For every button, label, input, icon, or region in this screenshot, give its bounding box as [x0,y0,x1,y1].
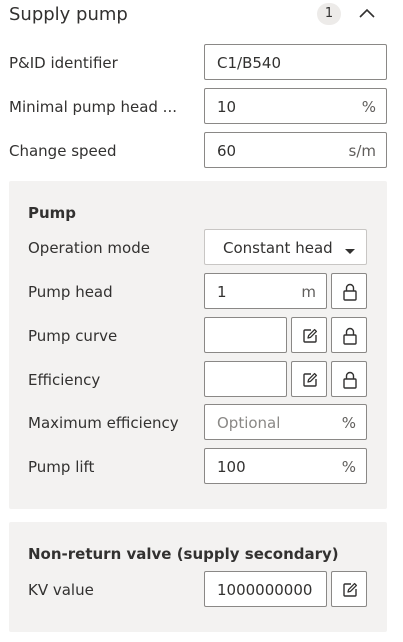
section-header[interactable]: Supply pump 1 [0,0,403,30]
pump-group-title: Pump [28,204,77,222]
change-speed-label: Change speed [9,142,117,160]
min-pump-head-value: 10 [217,98,237,116]
kv-value: 1000000000 [217,581,313,599]
edit-icon [303,372,318,387]
max-efficiency-label: Maximum efficiency [28,414,179,432]
count-badge: 1 [317,3,341,25]
efficiency-edit-button[interactable] [291,361,327,397]
pump-curve-label: Pump curve [28,327,118,345]
pump-head-lock-button[interactable] [331,273,367,309]
lock-icon [343,283,357,301]
kv-value-edit-button[interactable] [331,571,367,607]
pump-head-unit: m [301,283,316,301]
max-efficiency-unit: % [341,414,356,432]
edit-icon [343,582,358,597]
pump-head-input[interactable]: 1 m [204,273,327,309]
pump-head-label: Pump head [28,283,113,301]
efficiency-input[interactable] [204,361,287,397]
kv-value-label: KV value [28,581,94,599]
efficiency-label: Efficiency [28,371,101,389]
min-pump-head-label: Minimal pump head ... [9,98,177,116]
pump-curve-edit-button[interactable] [291,317,327,353]
change-speed-input[interactable]: 60 s/m [204,132,387,168]
efficiency-lock-button[interactable] [331,361,367,397]
operation-mode-select[interactable]: Constant head [204,229,367,265]
lock-icon [343,371,357,389]
pid-input[interactable]: C1/B540 [204,44,387,80]
pid-label: P&ID identifier [9,54,118,72]
max-efficiency-placeholder: Optional [217,414,281,432]
change-speed-value: 60 [217,142,237,160]
pump-lift-unit: % [341,458,356,476]
pump-curve-input[interactable] [204,317,287,353]
max-efficiency-input[interactable]: Optional % [204,404,367,440]
pump-lift-label: Pump lift [28,458,95,476]
pid-value: C1/B540 [217,54,281,72]
pump-curve-lock-button[interactable] [331,317,367,353]
change-speed-unit: s/m [348,142,376,160]
pump-lift-input[interactable]: 100 % [204,448,367,484]
min-pump-head-unit: % [361,98,376,116]
operation-mode-label: Operation mode [28,239,150,257]
min-pump-head-input[interactable]: 10 % [204,88,387,124]
kv-value-input[interactable]: 1000000000 [204,571,327,607]
lock-icon [343,327,357,345]
section-title: Supply pump [9,4,128,25]
pump-head-value: 1 [217,283,227,301]
caret-down-icon [344,242,356,261]
edit-icon [303,328,318,343]
pump-lift-value: 100 [217,458,246,476]
valve-group-title: Non-return valve (supply secondary) [28,545,339,563]
operation-mode-value: Constant head [223,239,333,257]
chevron-up-icon[interactable] [357,2,377,24]
